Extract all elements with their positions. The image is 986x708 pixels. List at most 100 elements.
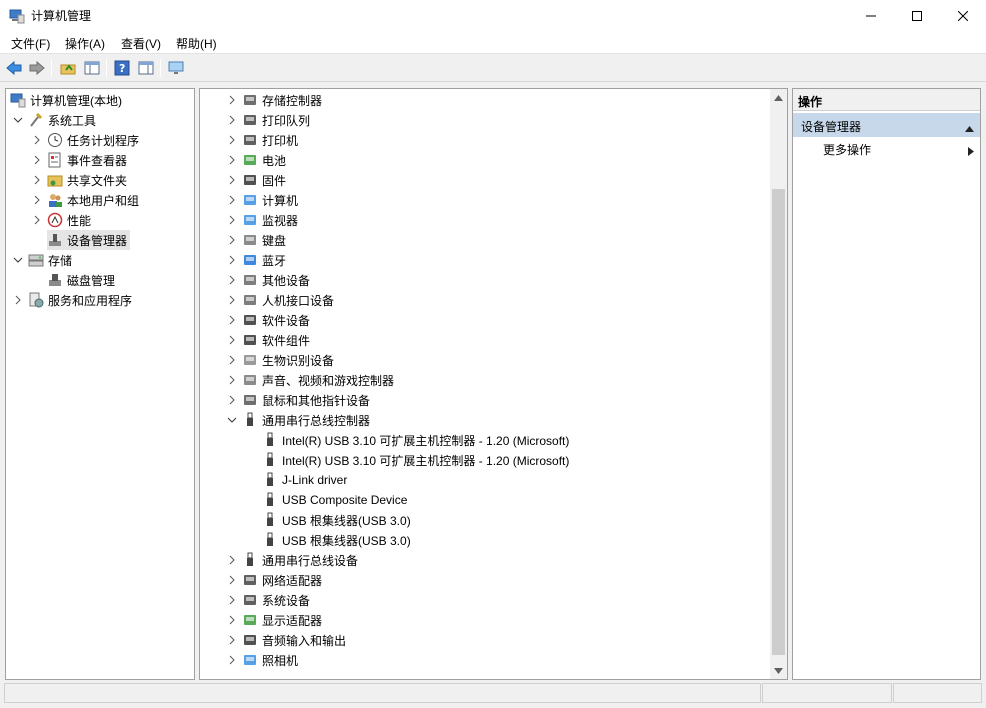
scroll-down-icon[interactable] bbox=[770, 662, 787, 679]
chevron-right-icon[interactable] bbox=[226, 374, 238, 386]
device-category[interactable]: 蓝牙 bbox=[226, 250, 286, 270]
device-category[interactable]: 生物识别设备 bbox=[226, 350, 334, 370]
tree-item-event-viewer[interactable]: 事件查看器 bbox=[31, 150, 127, 170]
tree-item-services-apps[interactable]: 服务和应用程序 bbox=[12, 290, 132, 310]
scroll-thumb[interactable] bbox=[772, 189, 785, 655]
chevron-right-icon[interactable] bbox=[31, 194, 43, 206]
tree-item-performance[interactable]: 性能 bbox=[31, 210, 91, 230]
maximize-button[interactable] bbox=[894, 0, 940, 31]
chevron-right-icon[interactable] bbox=[12, 294, 24, 306]
close-button[interactable] bbox=[940, 0, 986, 31]
chevron-right-icon[interactable] bbox=[31, 154, 43, 166]
chevron-right-icon[interactable] bbox=[226, 594, 238, 606]
chevron-right-icon[interactable] bbox=[226, 134, 238, 146]
usb-device-item[interactable]: J-Link driver bbox=[262, 470, 347, 490]
chevron-right-icon[interactable] bbox=[31, 174, 43, 186]
device-category[interactable]: 计算机 bbox=[226, 190, 298, 210]
chevron-right-icon[interactable] bbox=[31, 134, 43, 146]
actions-section-device-manager[interactable]: 设备管理器 bbox=[793, 113, 980, 137]
device-category[interactable]: 显示适配器 bbox=[226, 610, 322, 630]
chevron-right-icon[interactable] bbox=[226, 634, 238, 646]
device-category[interactable]: 电池 bbox=[226, 150, 286, 170]
help-icon[interactable]: ? bbox=[112, 58, 132, 78]
device-label: 系统设备 bbox=[262, 593, 311, 608]
more-actions-item[interactable]: 更多操作 bbox=[823, 139, 980, 159]
chevron-right-icon[interactable] bbox=[226, 394, 238, 406]
device-category[interactable]: 软件设备 bbox=[226, 310, 310, 330]
usb-device-item[interactable]: USB Composite Device bbox=[262, 490, 407, 510]
chevron-right-icon[interactable] bbox=[226, 214, 238, 226]
collapse-up-icon[interactable] bbox=[965, 121, 974, 135]
device-category[interactable]: 固件 bbox=[226, 170, 286, 190]
chevron-right-icon[interactable] bbox=[226, 114, 238, 126]
device-category[interactable]: 打印机 bbox=[226, 130, 298, 150]
tree-item-device-manager[interactable]: 设备管理器 bbox=[47, 230, 131, 250]
up-folder-icon[interactable] bbox=[58, 58, 78, 78]
scroll-up-icon[interactable] bbox=[770, 89, 787, 106]
device-category[interactable]: 键盘 bbox=[226, 230, 286, 250]
tree-item-root[interactable]: 计算机管理(本地) bbox=[10, 90, 122, 110]
device-category[interactable]: 系统设备 bbox=[226, 590, 310, 610]
device-label: 通用串行总线控制器 bbox=[262, 413, 371, 428]
back-icon[interactable] bbox=[4, 58, 24, 78]
chevron-right-icon[interactable] bbox=[226, 194, 238, 206]
vertical-scrollbar[interactable] bbox=[770, 89, 787, 679]
menu-file[interactable]: 文件(F) bbox=[11, 35, 50, 52]
console-tree-icon[interactable] bbox=[136, 58, 156, 78]
device-category[interactable]: 存储控制器 bbox=[226, 90, 322, 110]
device-category-icon bbox=[242, 632, 258, 648]
chevron-right-icon[interactable] bbox=[226, 174, 238, 186]
menu-view[interactable]: 查看(V) bbox=[121, 35, 161, 52]
menu-bar: 文件(F) 操作(A) 查看(V) 帮助(H) bbox=[0, 31, 986, 54]
menu-help[interactable]: 帮助(H) bbox=[176, 35, 217, 52]
chevron-down-icon[interactable] bbox=[12, 114, 24, 126]
chevron-right-icon[interactable] bbox=[226, 554, 238, 566]
chevron-right-icon[interactable] bbox=[226, 614, 238, 626]
device-category[interactable]: 音频输入和输出 bbox=[226, 630, 346, 650]
menu-action[interactable]: 操作(A) bbox=[65, 35, 105, 52]
chevron-right-icon[interactable] bbox=[226, 334, 238, 346]
tree-item-disk-management[interactable]: 磁盘管理 bbox=[47, 270, 115, 290]
device-category-icon bbox=[242, 612, 258, 628]
usb-device-item[interactable]: USB 根集线器(USB 3.0) bbox=[262, 530, 411, 550]
chevron-right-icon[interactable] bbox=[226, 574, 238, 586]
device-category[interactable]: 打印队列 bbox=[226, 110, 310, 130]
chevron-right-icon[interactable] bbox=[226, 274, 238, 286]
device-category[interactable]: 鼠标和其他指针设备 bbox=[226, 390, 370, 410]
device-category[interactable]: 通用串行总线设备 bbox=[226, 550, 358, 570]
chevron-right-icon[interactable] bbox=[226, 154, 238, 166]
device-category[interactable]: 其他设备 bbox=[226, 270, 310, 290]
chevron-right-icon[interactable] bbox=[226, 254, 238, 266]
chevron-right-icon[interactable] bbox=[226, 654, 238, 666]
device-category[interactable]: 照相机 bbox=[226, 650, 298, 670]
usb-device-item[interactable]: Intel(R) USB 3.10 可扩展主机控制器 - 1.20 (Micro… bbox=[262, 430, 569, 450]
device-category-icon bbox=[242, 272, 258, 288]
chevron-right-icon[interactable] bbox=[226, 294, 238, 306]
usb-device-item[interactable]: Intel(R) USB 3.10 可扩展主机控制器 - 1.20 (Micro… bbox=[262, 450, 569, 470]
monitor-icon[interactable] bbox=[166, 58, 186, 78]
show-hide-tree-icon[interactable] bbox=[82, 58, 102, 78]
chevron-right-icon[interactable] bbox=[226, 354, 238, 366]
tree-item-storage[interactable]: 存储 bbox=[12, 250, 72, 270]
device-category[interactable]: 人机接口设备 bbox=[226, 290, 334, 310]
device-category[interactable]: 软件组件 bbox=[226, 330, 310, 350]
chevron-right-icon[interactable] bbox=[226, 94, 238, 106]
device-category[interactable]: 网络适配器 bbox=[226, 570, 322, 590]
usb-device-item[interactable]: USB 根集线器(USB 3.0) bbox=[262, 510, 411, 530]
tree-item-shared-folders[interactable]: 共享文件夹 bbox=[31, 170, 127, 190]
tree-item-task-scheduler[interactable]: 任务计划程序 bbox=[31, 130, 139, 150]
tree-item-system-tools[interactable]: 系统工具 bbox=[12, 110, 96, 130]
chevron-right-icon[interactable] bbox=[31, 214, 43, 226]
forward-icon[interactable] bbox=[27, 58, 47, 78]
computer-management-icon bbox=[10, 92, 26, 108]
device-category[interactable]: 声音、视频和游戏控制器 bbox=[226, 370, 394, 390]
chevron-right-icon[interactable] bbox=[226, 314, 238, 326]
chevron-down-icon[interactable] bbox=[12, 254, 24, 266]
device-category-usb-controllers[interactable]: 通用串行总线控制器 bbox=[226, 410, 370, 430]
chevron-right-icon[interactable] bbox=[226, 234, 238, 246]
tree-item-local-users[interactable]: 本地用户和组 bbox=[31, 190, 139, 210]
chevron-down-icon[interactable] bbox=[226, 414, 238, 426]
device-label: 打印队列 bbox=[262, 113, 311, 128]
minimize-button[interactable] bbox=[848, 0, 894, 31]
device-category[interactable]: 监视器 bbox=[226, 210, 298, 230]
